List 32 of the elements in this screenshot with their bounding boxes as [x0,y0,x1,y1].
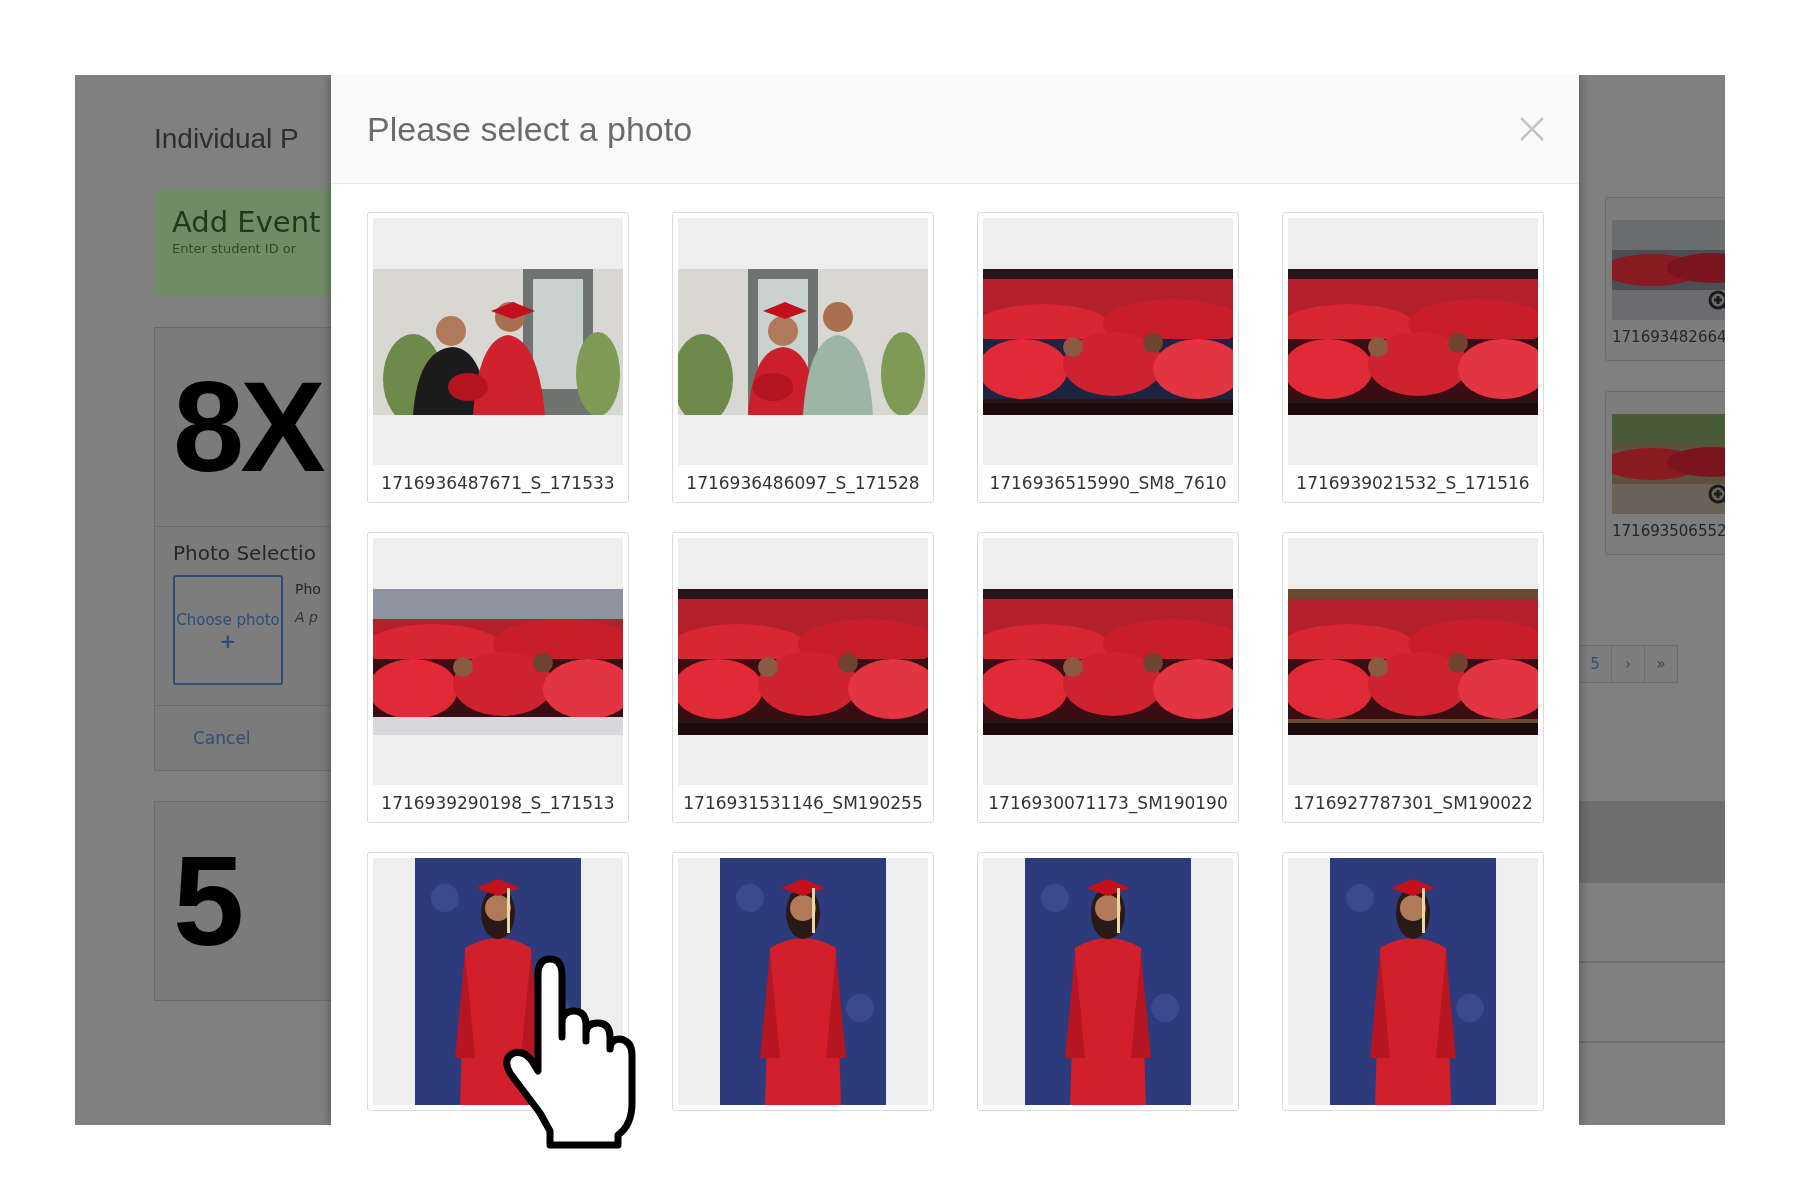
product-size-label: 5 [172,828,242,974]
photo-card[interactable]: 1716930071173_SM190190 [977,532,1239,823]
photo-caption: 1716936487671_S_171533 [380,472,616,496]
photo-card[interactable]: 1716939021532_S_171516 [1282,212,1544,503]
photo-card[interactable] [977,852,1239,1111]
thumbnail-caption: 171693506552 [1612,521,1725,540]
photo-caption: 1716936515990_SM8_7610 [988,472,1228,496]
field-label: Pho [295,581,321,597]
page-title: Individual P [154,123,300,155]
photo-caption: 1716930071173_SM190190 [987,792,1229,816]
photo-card[interactable]: 1716936515990_SM8_7610 [977,212,1239,503]
photo-caption: 1716939021532_S_171516 [1295,472,1531,496]
thumbnail-caption: 171693482664 [1612,327,1725,346]
photo-caption: 1716939290198_S_171513 [380,792,616,816]
photo-card[interactable]: 1716936486097_S_171528 [672,212,934,503]
field-hint: A p [295,609,319,625]
banner-title: Add Event [172,205,322,239]
section-heading: Photo Selectio [173,541,317,565]
photo-card[interactable]: 1716939290198_S_171513 [367,532,629,823]
product-size-label: 8X [172,354,324,500]
photo-card[interactable]: 1716936487671_S_171533 [367,212,629,503]
photo-card[interactable] [672,852,934,1111]
banner-subtitle: Enter student ID or [172,241,298,256]
dialog-title: Please select a photo [367,109,693,149]
photo-card[interactable]: 1716931531146_SM190255 [672,532,934,823]
photo-card[interactable]: 1716927787301_SM190022 [1282,532,1544,823]
photo-card[interactable] [1282,852,1544,1111]
photo-caption: 1716927787301_SM190022 [1292,792,1534,816]
photo-caption: 1716936486097_S_171528 [685,472,921,496]
thumbnail-card[interactable]: 171693506552 [1605,391,1725,555]
thumbnail-card[interactable]: 171693482664 [1605,197,1725,361]
photo-caption: 1716931531146_SM190255 [682,792,924,816]
